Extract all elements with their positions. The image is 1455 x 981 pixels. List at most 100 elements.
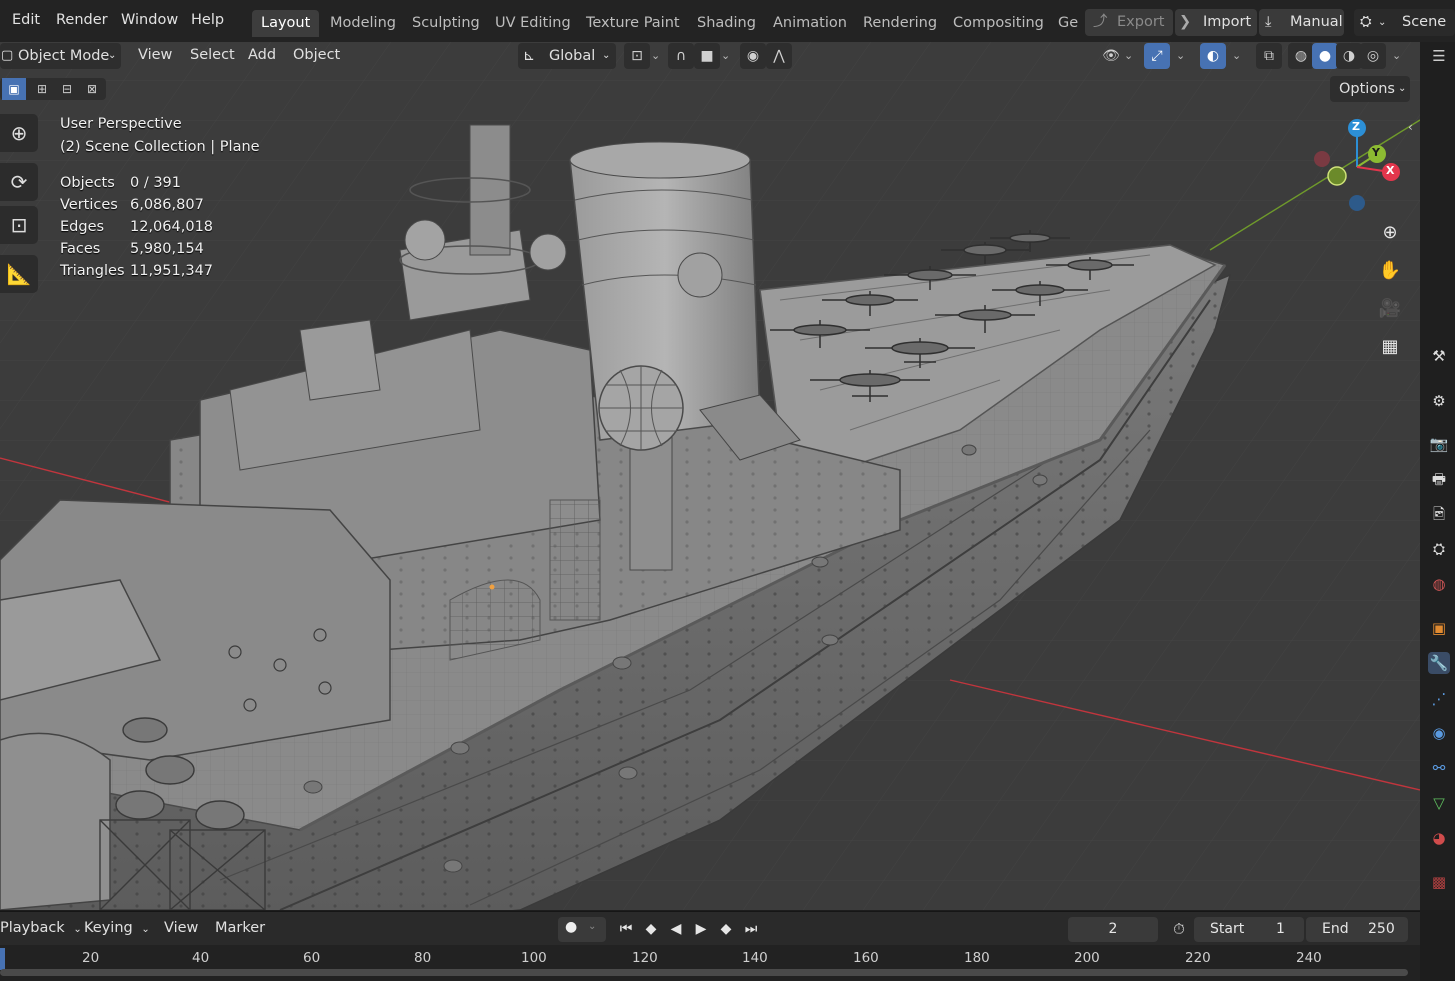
menu-render[interactable]: Render bbox=[56, 12, 108, 28]
tool-settings-icon[interactable]: ⚙ bbox=[1428, 390, 1450, 412]
playhead[interactable] bbox=[0, 948, 5, 970]
tab-layout[interactable]: Layout bbox=[252, 10, 320, 37]
header-add-menu[interactable]: Add bbox=[248, 47, 276, 63]
rendered-shading-button[interactable]: ◎ bbox=[1360, 43, 1386, 69]
pivot-point-button[interactable]: ⊡ bbox=[624, 43, 650, 69]
options-dropdown[interactable]: Options ⌄ bbox=[1330, 76, 1410, 102]
pivot-icon: ⊡ bbox=[631, 48, 643, 64]
visibility-button[interactable]: 👁 bbox=[1098, 43, 1124, 69]
ruler-label: 20 bbox=[82, 950, 100, 966]
scale-tool[interactable]: ⊡ bbox=[0, 206, 38, 244]
menu-help[interactable]: Help bbox=[191, 12, 224, 28]
constraints-icon[interactable]: ⚯ bbox=[1428, 757, 1450, 779]
tool-properties-icon[interactable]: ⚒ bbox=[1428, 345, 1450, 367]
chevron-down-icon[interactable]: ⌄ bbox=[1392, 49, 1401, 62]
select-intersect-icon[interactable]: ⊠ bbox=[80, 78, 104, 100]
scene-properties-icon[interactable]: ⛭ bbox=[1428, 538, 1450, 560]
play-reverse-icon[interactable]: ◀ bbox=[665, 918, 687, 940]
navigation-gizmo[interactable]: Z Y X bbox=[1305, 112, 1405, 222]
next-keyframe-icon[interactable]: ◆ bbox=[715, 918, 737, 940]
output-properties-icon[interactable]: 🖶 bbox=[1428, 468, 1450, 490]
tab-uv-editing[interactable]: UV Editing bbox=[486, 10, 580, 37]
timeline-marker-menu[interactable]: Marker bbox=[215, 920, 265, 936]
falloff-button[interactable]: ⋀ bbox=[766, 43, 792, 69]
chevron-down-icon[interactable]: ⌄ bbox=[651, 49, 660, 62]
chevron-down-icon: ⌄ bbox=[602, 50, 611, 61]
rotate-tool[interactable]: ⟳ bbox=[0, 163, 38, 201]
modifier-properties-icon[interactable]: 🔧 bbox=[1428, 652, 1450, 674]
timeline-view-menu[interactable]: View bbox=[164, 920, 198, 936]
3d-viewport[interactable]: User Perspective (2) Scene Collection | … bbox=[0, 42, 1420, 910]
perspective-toggle-button[interactable]: ▦ bbox=[1374, 331, 1406, 363]
material-shading-button[interactable]: ◑ bbox=[1336, 43, 1362, 69]
menu-edit[interactable]: Edit bbox=[12, 12, 40, 28]
header-select-menu[interactable]: Select bbox=[190, 47, 235, 63]
auto-keying-toggle[interactable]: ● ⌄ bbox=[558, 917, 606, 942]
data-properties-icon[interactable]: ▽ bbox=[1428, 792, 1450, 814]
view-layer-icon[interactable]: 🖻 bbox=[1428, 503, 1450, 525]
jump-start-icon[interactable]: ⏮ bbox=[615, 918, 637, 940]
camera-view-button[interactable]: 🎥 bbox=[1374, 293, 1406, 325]
tab-animation[interactable]: Animation bbox=[764, 10, 856, 37]
proportional-edit-toggle[interactable]: ◉ bbox=[740, 43, 766, 69]
export-button[interactable]: ⤴ Export bbox=[1085, 9, 1173, 36]
orientation-selector[interactable]: ⊾ Global ⌄ bbox=[518, 43, 616, 69]
tab-texture-paint[interactable]: Texture Paint bbox=[577, 10, 689, 37]
select-subtract-icon[interactable]: ⊟ bbox=[55, 78, 79, 100]
tab-rendering[interactable]: Rendering bbox=[854, 10, 946, 37]
snap-target-button[interactable]: ■ bbox=[694, 43, 720, 69]
mode-selector[interactable]: ▢ Object Mode ⌄ bbox=[0, 43, 121, 69]
chevron-down-icon[interactable]: ⌄ bbox=[1232, 49, 1241, 62]
chevron-down-icon[interactable]: ⌄ bbox=[1176, 49, 1185, 62]
stat-edges-label: Edges bbox=[60, 219, 105, 235]
render-properties-icon[interactable]: 📷 bbox=[1428, 433, 1450, 455]
current-frame-field[interactable]: 2 bbox=[1068, 917, 1158, 942]
select-extend-icon[interactable]: ⊞ bbox=[30, 78, 54, 100]
physics-icon[interactable]: ◉ bbox=[1428, 722, 1450, 744]
jump-end-icon[interactable]: ⏭ bbox=[740, 918, 762, 940]
import-button[interactable]: ❯ Import bbox=[1175, 9, 1257, 36]
texture-properties-icon[interactable]: ▩ bbox=[1428, 871, 1450, 893]
tab-shading[interactable]: Shading bbox=[688, 10, 765, 37]
header-object-menu[interactable]: Object bbox=[293, 47, 340, 63]
object-properties-icon[interactable]: ▣ bbox=[1428, 617, 1450, 639]
export-icon: ⤴ bbox=[1093, 14, 1108, 30]
menu-window[interactable]: Window bbox=[121, 12, 178, 28]
world-properties-icon[interactable]: ◍ bbox=[1428, 573, 1450, 595]
prev-keyframe-icon[interactable]: ◆ bbox=[640, 918, 662, 940]
timeline-scrollbar[interactable] bbox=[0, 969, 1408, 976]
material-properties-icon[interactable]: ◕ bbox=[1428, 827, 1450, 849]
outliner-icon[interactable]: ☰ bbox=[1428, 45, 1450, 67]
sidebar-toggle-icon[interactable]: ‹ bbox=[1408, 120, 1413, 134]
snap-toggle[interactable]: ∩ bbox=[668, 43, 694, 69]
manual-button[interactable]: ⤓ Manual bbox=[1259, 9, 1344, 36]
zoom-button[interactable]: ⊕ bbox=[1374, 217, 1406, 249]
tab-modeling[interactable]: Modeling bbox=[321, 10, 405, 37]
wireframe-shading-button[interactable]: ◍ bbox=[1288, 43, 1314, 69]
measure-tool[interactable]: 📐 bbox=[0, 255, 38, 293]
ruler-icon: 📐 bbox=[6, 262, 32, 286]
gizmo-toggle[interactable]: ⤢ bbox=[1144, 43, 1170, 69]
tab-compositing[interactable]: Compositing bbox=[944, 10, 1053, 37]
keying-menu[interactable]: Keying ⌄ bbox=[84, 920, 150, 936]
chevron-down-icon[interactable]: ⌄ bbox=[721, 49, 730, 62]
overlays-toggle[interactable]: ◐ bbox=[1200, 43, 1226, 69]
particles-icon[interactable]: ⋰ bbox=[1428, 688, 1450, 710]
chevron-down-icon[interactable]: ⌄ bbox=[1124, 49, 1133, 62]
object-origin bbox=[489, 584, 495, 590]
play-icon[interactable]: ▶ bbox=[690, 918, 712, 940]
select-set-icon[interactable]: ▣ bbox=[2, 78, 26, 100]
playback-menu[interactable]: Playback ⌄ bbox=[0, 920, 82, 936]
end-frame-field[interactable]: End 250 bbox=[1306, 917, 1408, 942]
stopwatch-icon[interactable]: ⏱ bbox=[1168, 918, 1190, 940]
xray-toggle[interactable]: ⧉ bbox=[1256, 43, 1282, 69]
solid-shading-button[interactable]: ● bbox=[1312, 43, 1338, 69]
tab-geometry-nodes[interactable]: Ge bbox=[1049, 10, 1087, 37]
tab-sculpting[interactable]: Sculpting bbox=[403, 10, 489, 37]
header-view-menu[interactable]: View bbox=[138, 47, 172, 63]
scene-icon: ⛭ bbox=[1360, 14, 1372, 30]
start-frame-field[interactable]: Start 1 bbox=[1194, 917, 1304, 942]
cursor-tool[interactable]: ⊕ bbox=[0, 114, 38, 152]
scene-selector[interactable]: ⛭ ⌄ Scene bbox=[1354, 9, 1455, 36]
pan-button[interactable]: ✋ bbox=[1374, 255, 1406, 287]
